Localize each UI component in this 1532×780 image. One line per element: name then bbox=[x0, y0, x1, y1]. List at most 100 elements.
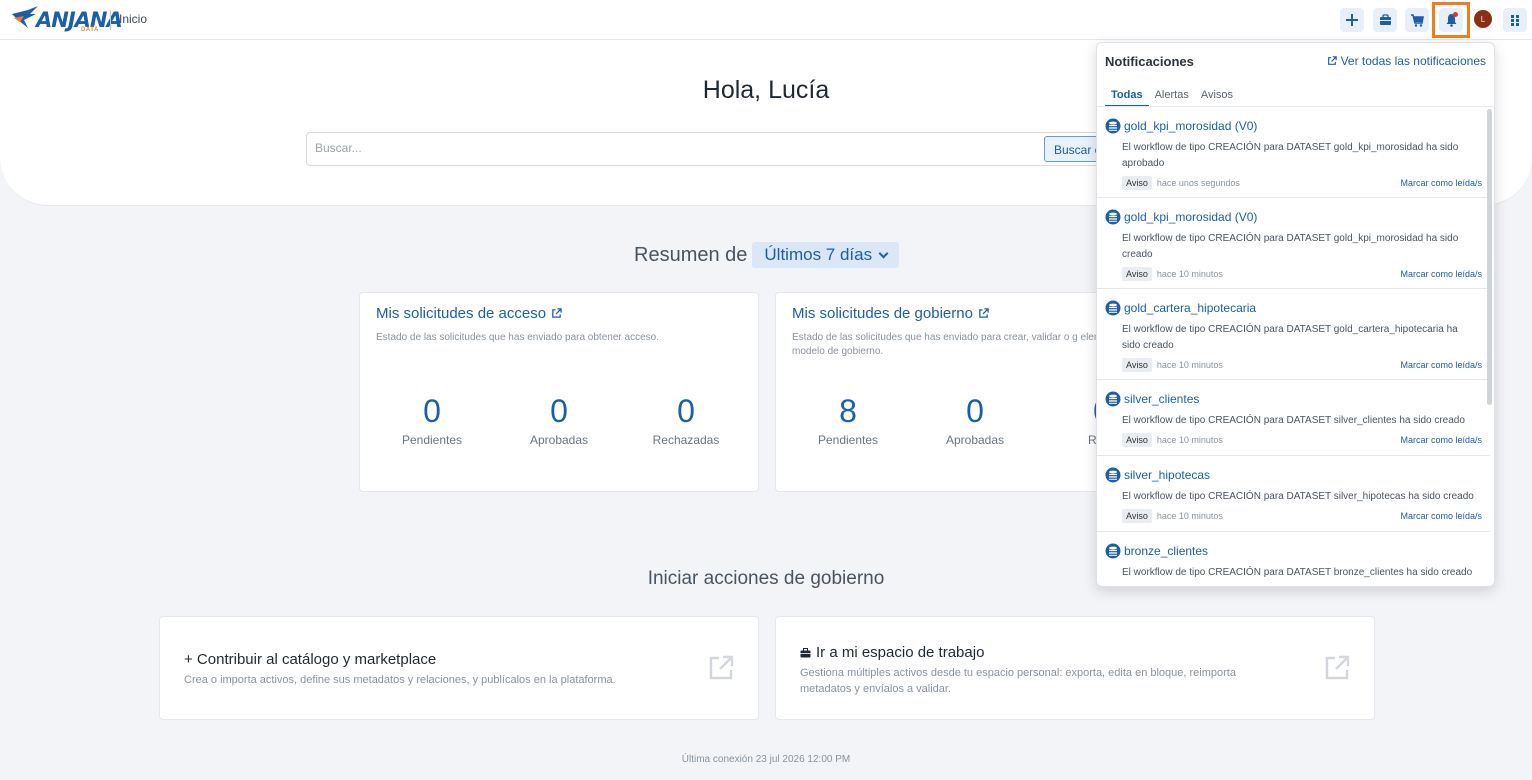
notification-body: El workflow de tipo CREACIÓN para DATASE… bbox=[1122, 142, 1459, 169]
notification-tag: Aviso bbox=[1122, 433, 1152, 447]
workspace-button[interactable] bbox=[1373, 8, 1397, 32]
notification-body: El workflow de tipo CREACIÓN para DATASE… bbox=[1122, 233, 1459, 260]
stat-label: Aprobadas bbox=[945, 433, 1005, 447]
external-link-icon bbox=[552, 308, 562, 318]
mark-read-link[interactable]: Marcar como leída/s bbox=[1400, 269, 1482, 279]
notification-item[interactable]: gold_kpi_morosidad (V0) El workflow de t… bbox=[1097, 107, 1490, 198]
access-requests-title[interactable]: Mis solicitudes de acceso bbox=[376, 305, 562, 322]
mark-read-link[interactable]: Marcar como leída/s bbox=[1400, 435, 1482, 445]
notification-body: El workflow de tipo CREACIÓN para DATASE… bbox=[1122, 491, 1474, 502]
external-link-icon bbox=[1327, 56, 1337, 65]
mark-read-link[interactable]: Marcar como leída/s bbox=[1400, 360, 1482, 370]
notifications-panel: Notificaciones Ver todas las notificacio… bbox=[1096, 42, 1495, 587]
stat-rejected: 0 Rechazadas bbox=[636, 393, 736, 447]
notification-header: gold_kpi_morosidad (V0) bbox=[1105, 118, 1257, 134]
notification-item[interactable]: silver_hipotecas El workflow de tipo CRE… bbox=[1097, 456, 1490, 532]
notification-item[interactable]: silver_clientes El workflow de tipo CREA… bbox=[1097, 380, 1490, 456]
apps-menu-button[interactable] bbox=[1503, 8, 1527, 32]
stat-label: Pendientes bbox=[817, 433, 879, 447]
card-description: Estado de las solicitudes que has enviad… bbox=[376, 332, 659, 343]
notification-header: gold_kpi_morosidad (V0) bbox=[1105, 209, 1257, 225]
notification-name[interactable]: gold_kpi_morosidad (V0) bbox=[1124, 210, 1257, 224]
summary-header: Resumen de Últimos 7 días bbox=[634, 242, 900, 268]
notification-body: El workflow de tipo CREACIÓN para DATASE… bbox=[1122, 567, 1473, 578]
action-title: + Contribuir al catálogo y marketplace bbox=[184, 651, 437, 668]
tab-alertas[interactable]: Alertas bbox=[1149, 87, 1195, 107]
notification-body: El workflow de tipo CREACIÓN para DATASE… bbox=[1122, 415, 1465, 426]
notification-meta: Aviso hace 10 minutos bbox=[1122, 267, 1223, 281]
notification-tag: Aviso bbox=[1122, 176, 1152, 190]
dataset-icon bbox=[1105, 118, 1121, 134]
notification-header: gold_cartera_hipotecaria bbox=[1105, 300, 1256, 316]
logo-text: ANJANA bbox=[36, 8, 123, 32]
notification-list: gold_kpi_morosidad (V0) El workflow de t… bbox=[1097, 106, 1494, 586]
user-avatar[interactable]: L bbox=[1474, 10, 1492, 28]
period-dropdown[interactable]: Últimos 7 días bbox=[752, 242, 900, 268]
notification-name[interactable]: gold_kpi_morosidad (V0) bbox=[1124, 119, 1257, 133]
tab-avisos[interactable]: Avisos bbox=[1195, 87, 1239, 107]
notification-time: hace 10 minutos bbox=[1156, 511, 1223, 521]
dataset-icon bbox=[1105, 467, 1121, 483]
external-link-icon bbox=[979, 308, 989, 318]
stat-value: 0 bbox=[966, 393, 984, 429]
search-input[interactable] bbox=[315, 141, 1015, 155]
governance-requests-title[interactable]: Mis solicitudes de gobierno bbox=[792, 305, 989, 322]
stat-value: 0 bbox=[550, 393, 568, 429]
breadcrumb[interactable]: Inicio bbox=[119, 12, 147, 26]
external-link-icon bbox=[709, 655, 734, 680]
notification-item[interactable]: gold_kpi_morosidad (V0) El workflow de t… bbox=[1097, 198, 1490, 289]
notification-time: hace 10 minutos bbox=[1156, 435, 1223, 445]
notification-time: hace unos segundos bbox=[1156, 178, 1240, 188]
summary-label: Resumen de bbox=[634, 243, 748, 266]
plus-icon bbox=[1346, 14, 1358, 26]
stat-label: Aprobadas bbox=[529, 433, 589, 447]
notification-tag: Aviso bbox=[1122, 509, 1152, 523]
stat-value: 8 bbox=[839, 393, 857, 429]
dataset-icon bbox=[1105, 391, 1121, 407]
notification-meta: Aviso hace unos segundos bbox=[1122, 176, 1240, 190]
card-title-text: Mis solicitudes de gobierno bbox=[792, 305, 973, 322]
see-all-notifications-link[interactable]: Ver todas las notificaciones bbox=[1327, 54, 1486, 68]
notification-scrollbar[interactable] bbox=[1487, 109, 1492, 405]
notification-name[interactable]: gold_cartera_hipotecaria bbox=[1124, 301, 1256, 315]
contribute-catalog-card[interactable]: + Contribuir al catálogo y marketplace C… bbox=[159, 616, 759, 720]
external-link-icon bbox=[1325, 655, 1350, 680]
notifications-button[interactable] bbox=[1439, 8, 1463, 32]
notification-header: silver_hipotecas bbox=[1105, 467, 1210, 483]
stat-approved: 0 Aprobadas bbox=[509, 393, 609, 447]
chevron-down-icon bbox=[878, 248, 889, 258]
briefcase-icon bbox=[1379, 14, 1391, 25]
add-button[interactable] bbox=[1340, 8, 1364, 32]
notification-time: hace 10 minutos bbox=[1156, 360, 1223, 370]
divider bbox=[110, 10, 111, 30]
search-box bbox=[306, 132, 1106, 166]
mark-read-link[interactable]: Marcar como leída/s bbox=[1400, 511, 1482, 521]
notifications-title: Notificaciones bbox=[1105, 54, 1194, 69]
stat-label: Rechazadas bbox=[652, 433, 720, 447]
workspace-card[interactable]: Ir a mi espacio de trabajo Gestiona múlt… bbox=[775, 616, 1375, 720]
period-value: Últimos 7 días bbox=[764, 245, 873, 264]
mark-read-link[interactable]: Marcar como leída/s bbox=[1400, 178, 1482, 188]
dataset-icon bbox=[1105, 300, 1121, 316]
notification-name[interactable]: bronze_clientes bbox=[1124, 544, 1208, 558]
top-bar: ANJANA DATA Inicio L bbox=[0, 0, 1532, 40]
notification-name[interactable]: silver_clientes bbox=[1124, 392, 1199, 406]
action-description: Gestiona múltiples activos desde tu espa… bbox=[800, 667, 1236, 695]
notification-body: El workflow de tipo CREACIÓN para DATASE… bbox=[1122, 324, 1458, 351]
anjana-logo[interactable]: ANJANA DATA bbox=[10, 4, 123, 36]
see-all-label: Ver todas las notificaciones bbox=[1340, 54, 1486, 68]
notification-item[interactable]: gold_cartera_hipotecaria El workflow de … bbox=[1097, 289, 1490, 380]
notification-time: hace 10 minutos bbox=[1156, 269, 1223, 279]
access-requests-card: Mis solicitudes de acceso Estado de las … bbox=[359, 292, 759, 492]
notification-header: bronze_clientes bbox=[1105, 543, 1208, 559]
briefcase-icon bbox=[800, 647, 811, 657]
notification-name[interactable]: silver_hipotecas bbox=[1124, 468, 1210, 482]
notification-meta: Aviso hace 10 minutos bbox=[1122, 509, 1223, 523]
action-title-text: Ir a mi espacio de trabajo bbox=[816, 644, 985, 661]
tab-todas[interactable]: Todas bbox=[1105, 87, 1149, 107]
grid-icon bbox=[1511, 15, 1519, 26]
notification-item[interactable]: bronze_clientes El workflow de tipo CREA… bbox=[1097, 532, 1490, 586]
last-login: Última conexión 23 jul 2026 12:00 PM bbox=[681, 754, 851, 765]
notification-meta: Aviso hace 10 minutos bbox=[1122, 358, 1223, 372]
cart-button[interactable] bbox=[1405, 8, 1429, 32]
